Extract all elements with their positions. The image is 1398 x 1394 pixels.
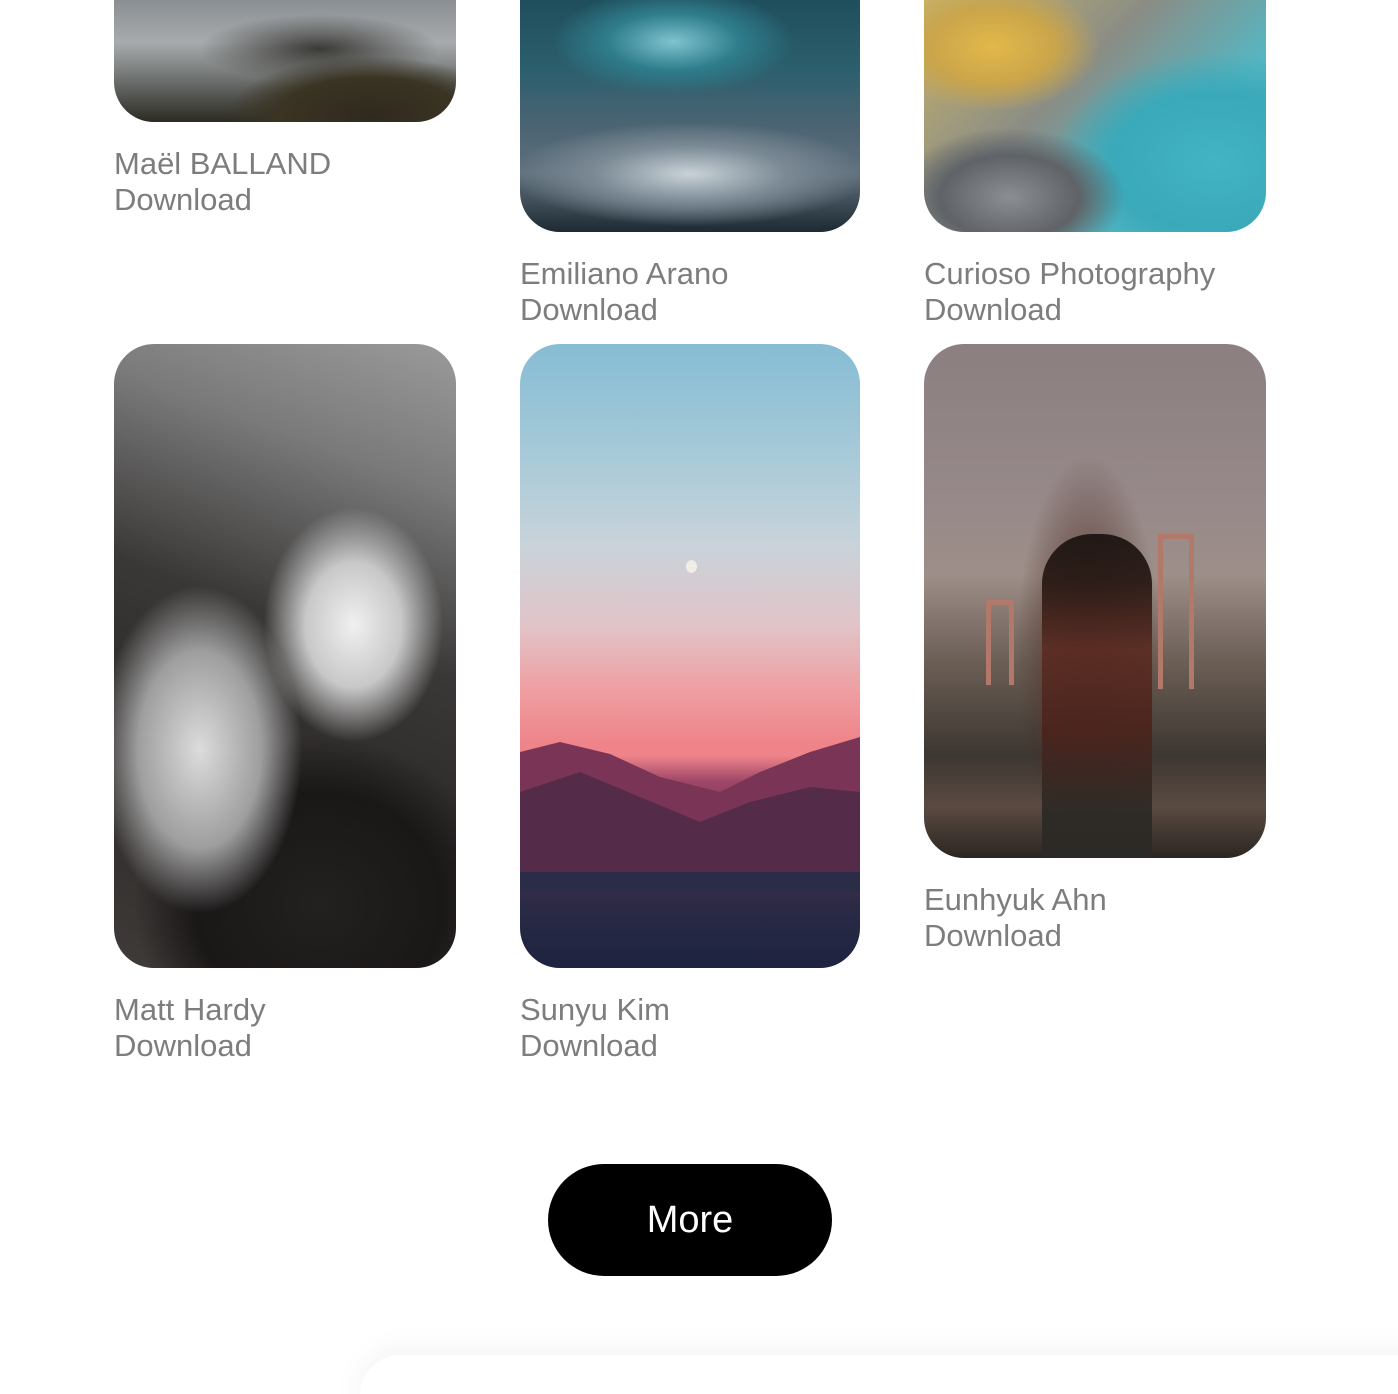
moon-shape xyxy=(686,560,697,573)
photo-sunset[interactable] xyxy=(520,344,860,968)
more-button[interactable]: More xyxy=(548,1164,832,1276)
footer-panel xyxy=(360,1355,1398,1394)
download-link[interactable]: Download xyxy=(924,292,1266,328)
photo-gallery-page: Maël BALLAND Download Emiliano Arano Dow… xyxy=(0,0,1398,1394)
photo-author: Matt Hardy xyxy=(114,992,266,1027)
photo-bridge[interactable] xyxy=(924,344,1266,858)
photo-card: Matt Hardy Download xyxy=(114,344,456,1064)
download-link[interactable]: Download xyxy=(924,918,1266,954)
bridge-tower xyxy=(1158,534,1194,689)
download-link[interactable]: Download xyxy=(114,1028,456,1064)
photo-coast[interactable] xyxy=(114,0,456,122)
photo-wave[interactable] xyxy=(520,0,860,232)
person-silhouette xyxy=(1042,534,1152,858)
photo-author: Eunhyuk Ahn xyxy=(924,882,1107,917)
download-link[interactable]: Download xyxy=(520,1028,860,1064)
download-link[interactable]: Download xyxy=(520,292,860,328)
photo-aerial[interactable] xyxy=(924,0,1266,232)
photo-card: Curioso Photography Download xyxy=(924,0,1266,328)
photo-splash[interactable] xyxy=(114,344,456,968)
photo-card: Sunyu Kim Download xyxy=(520,344,860,1064)
mountain-silhouette xyxy=(520,737,860,892)
photo-card: Emiliano Arano Download xyxy=(520,0,860,328)
download-link[interactable]: Download xyxy=(114,182,456,218)
photo-author: Emiliano Arano xyxy=(520,256,729,291)
photo-card: Eunhyuk Ahn Download xyxy=(924,344,1266,954)
photo-card: Maël BALLAND Download xyxy=(114,0,456,218)
photo-author: Maël BALLAND xyxy=(114,146,332,181)
bridge-tower xyxy=(986,600,1014,685)
photo-author: Sunyu Kim xyxy=(520,992,670,1027)
photo-author: Curioso Photography xyxy=(924,256,1216,291)
